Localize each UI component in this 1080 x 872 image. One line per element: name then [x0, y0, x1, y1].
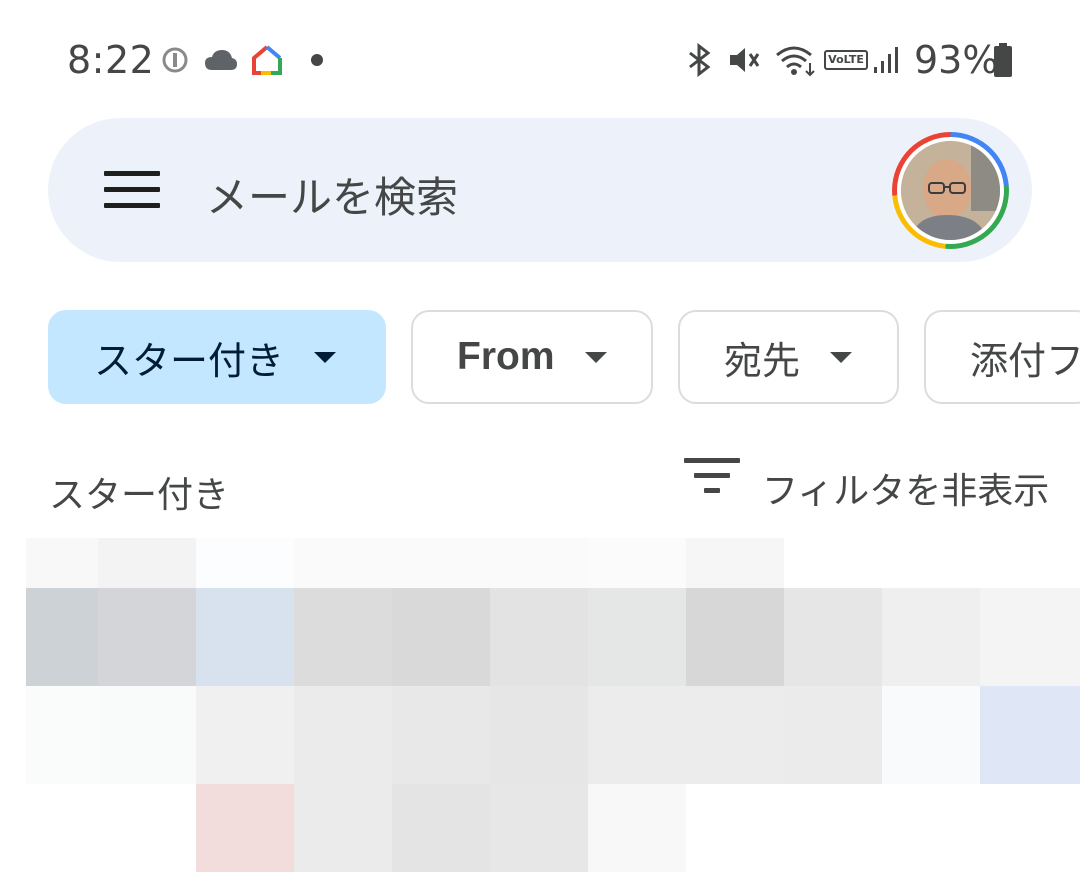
hide-filters-button[interactable]: フィルタを非表示 — [684, 458, 1049, 514]
status-time: 8:22 — [67, 38, 155, 82]
chip-from-label: From — [457, 335, 555, 378]
chevron-down-icon — [314, 351, 337, 363]
chip-to-label: 宛先 — [724, 338, 801, 383]
redacted-email-list — [0, 538, 1080, 872]
google-home-icon — [250, 40, 284, 80]
avatar-photo — [901, 141, 1000, 240]
volte-icon: VoLTE — [824, 40, 868, 80]
chip-to[interactable]: 宛先 — [678, 310, 899, 404]
hide-filters-label: フィルタを非表示 — [762, 471, 1050, 512]
chip-starred[interactable]: スター付き — [48, 310, 386, 404]
menu-icon[interactable] — [104, 171, 160, 209]
mute-icon — [726, 40, 762, 80]
notification-dot-icon — [307, 40, 327, 80]
search-bar[interactable] — [48, 118, 1032, 262]
avatar[interactable] — [892, 132, 1009, 249]
status-bar: 8:22 VoLTE 93% — [0, 0, 1080, 118]
chip-attachment-label: 添付フ — [970, 338, 1080, 383]
cloud-icon — [202, 40, 240, 80]
chevron-down-icon — [584, 351, 607, 363]
signal-icon — [870, 40, 904, 80]
battery-percent: 93% — [914, 38, 999, 82]
chevron-down-icon — [830, 351, 853, 363]
chip-from[interactable]: From — [411, 310, 653, 404]
alert-icon — [160, 40, 190, 80]
battery-icon — [990, 40, 1016, 80]
section-title: スター付き — [49, 475, 230, 516]
volte-label: VoLTE — [824, 50, 868, 70]
chip-starred-label: スター付き — [94, 338, 285, 383]
bluetooth-icon — [683, 40, 715, 80]
search-input[interactable]: メールを検索 — [206, 164, 458, 225]
chip-attachment[interactable]: 添付フ — [924, 310, 1080, 404]
wifi-icon — [773, 40, 817, 80]
